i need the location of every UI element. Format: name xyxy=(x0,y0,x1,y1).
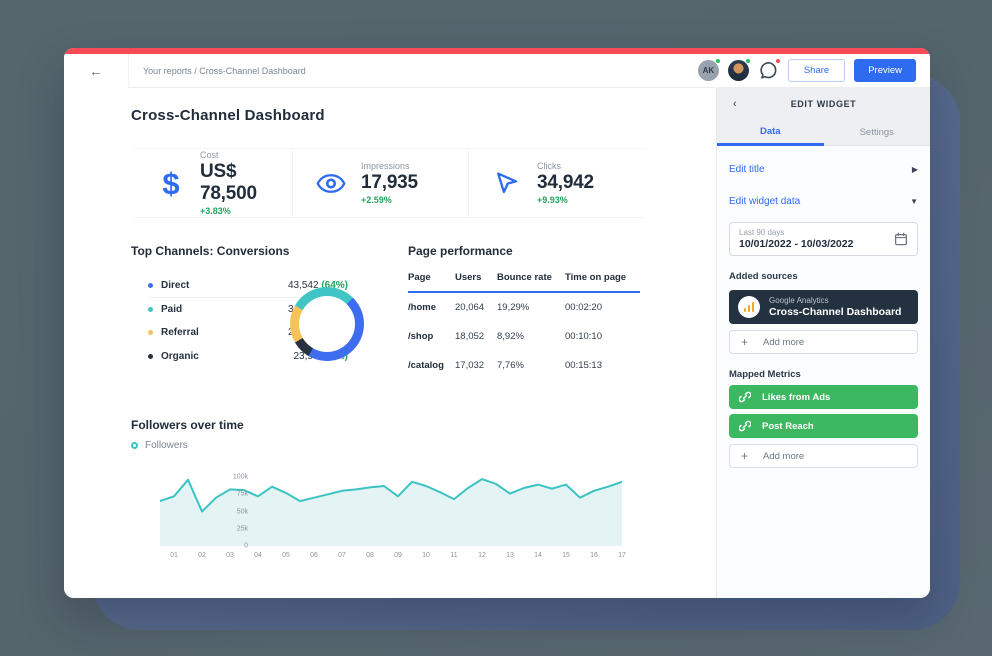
preview-button[interactable]: Preview xyxy=(854,59,916,82)
chat-bubble-icon xyxy=(759,61,778,80)
date-range-value: 10/01/2022 - 10/03/2022 xyxy=(739,238,853,250)
y-tick-label: 0 xyxy=(222,543,248,550)
y-tick-label: 100k xyxy=(222,474,248,481)
x-tick-label: 08 xyxy=(366,552,374,559)
breadcrumb[interactable]: Your reports / Cross-Channel Dashboard xyxy=(143,66,306,76)
followers-title: Followers over time xyxy=(131,418,244,432)
kpi-cost: $ Cost US$ 78,500 +3.83% xyxy=(134,149,292,217)
dollar-icon: $ xyxy=(162,168,179,199)
page-performance-title: Page performance xyxy=(408,244,513,258)
y-tick-label: 75k xyxy=(222,491,248,498)
mapped-metrics-label: Mapped Metrics xyxy=(729,369,918,380)
page-performance-table[interactable]: PageUsersBounce rateTime on page /home20… xyxy=(408,272,640,380)
online-status-dot xyxy=(745,58,751,64)
report-canvas: Cross-Channel Dashboard $ Cost US$ 78,50… xyxy=(64,88,717,598)
back-button[interactable]: ← xyxy=(64,54,128,88)
added-sources-label: Added sources xyxy=(729,271,918,282)
x-tick-label: 11 xyxy=(450,552,457,559)
date-preset-label: Last 90 days xyxy=(739,228,853,237)
x-tick-label: 15 xyxy=(562,552,570,559)
panel-header: ‹ EDIT WIDGET xyxy=(717,88,930,120)
top-channels-title: Top Channels: Conversions xyxy=(131,244,289,258)
google-analytics-icon xyxy=(738,296,760,318)
x-tick-label: 12 xyxy=(478,552,486,559)
x-tick-label: 05 xyxy=(282,552,290,559)
x-tick-label: 07 xyxy=(338,552,346,559)
tab-data[interactable]: Data xyxy=(717,120,824,146)
avatar-photo[interactable] xyxy=(728,60,749,81)
tab-settings[interactable]: Settings xyxy=(824,120,931,146)
top-bar: ← Your reports / Cross-Channel Dashboard… xyxy=(64,54,930,88)
calendar-icon xyxy=(894,232,908,246)
x-tick-label: 03 xyxy=(226,552,234,559)
x-tick-label: 13 xyxy=(506,552,514,559)
plus-icon: + xyxy=(741,449,748,463)
x-tick-label: 06 xyxy=(310,552,318,559)
x-tick-label: 17 xyxy=(618,552,626,559)
edit-widget-data-row[interactable]: Edit widget data ▼ xyxy=(729,188,918,214)
panel-title: EDIT WIDGET xyxy=(791,99,857,109)
legend-dot xyxy=(148,354,153,359)
x-tick-label: 01 xyxy=(170,552,178,559)
link-icon xyxy=(739,391,751,403)
x-tick-label: 16 xyxy=(590,552,598,559)
metric-likes-from-ads[interactable]: Likes from Ads xyxy=(729,385,918,409)
legend-dot xyxy=(148,307,153,312)
kpi-value: US$ 78,500 xyxy=(200,161,292,205)
x-tick-label: 02 xyxy=(198,552,206,559)
avatar-ak[interactable]: AK xyxy=(698,60,719,81)
panel-content: Edit title ▶ Edit widget data ▼ Last 90 … xyxy=(717,146,930,598)
panel-back-chevron-icon[interactable]: ‹ xyxy=(733,98,737,110)
back-arrow-icon: ← xyxy=(89,63,103,79)
share-button[interactable]: Share xyxy=(788,59,845,82)
kpi-value: 17,935 xyxy=(361,172,418,194)
series-marker-icon xyxy=(131,442,138,449)
chevron-right-icon: ▶ xyxy=(912,165,918,174)
add-source-button[interactable]: + Add more xyxy=(729,330,918,354)
kpi-delta: +2.59% xyxy=(361,195,418,205)
y-tick-label: 25k xyxy=(222,525,248,532)
x-tick-label: 09 xyxy=(394,552,402,559)
page-title: Cross-Channel Dashboard xyxy=(131,107,325,124)
kpi-impressions: Impressions 17,935 +2.59% xyxy=(292,149,468,217)
plus-icon: + xyxy=(741,335,748,349)
kpi-delta: +3.83% xyxy=(200,206,292,216)
kpi-value: 34,942 xyxy=(537,172,594,194)
source-provider: Google Analytics xyxy=(769,296,901,305)
donut-chart[interactable] xyxy=(290,287,364,361)
app-window: ← Your reports / Cross-Channel Dashboard… xyxy=(64,48,930,598)
table-row[interactable]: /shop18,0528,92%00:10:10 xyxy=(408,322,640,351)
x-tick-label: 10 xyxy=(422,552,430,559)
notification-dot xyxy=(775,58,781,64)
source-name: Cross-Channel Dashboard xyxy=(769,306,901,318)
edit-widget-panel: ‹ EDIT WIDGET Data Settings Edit title ▶… xyxy=(717,88,930,598)
online-status-dot xyxy=(715,58,721,64)
y-tick-label: 50k xyxy=(222,508,248,515)
kpi-delta: +9.93% xyxy=(537,195,594,205)
link-icon xyxy=(739,420,751,432)
date-range-picker[interactable]: Last 90 days 10/01/2022 - 10/03/2022 xyxy=(729,222,918,256)
followers-legend[interactable]: Followers xyxy=(131,440,188,451)
kpi-label: Clicks xyxy=(537,161,594,171)
x-tick-label: 14 xyxy=(534,552,542,559)
panel-tabs: Data Settings xyxy=(717,120,930,146)
legend-dot xyxy=(148,330,153,335)
metric-post-reach[interactable]: Post Reach xyxy=(729,414,918,438)
table-row[interactable]: /home20,06419,29%00:02:20 xyxy=(408,293,640,322)
chevron-down-icon: ▼ xyxy=(910,197,918,206)
add-metric-button[interactable]: + Add more xyxy=(729,444,918,468)
table-header: PageUsersBounce rateTime on page xyxy=(408,272,640,293)
x-tick-label: 04 xyxy=(254,552,262,559)
eye-icon xyxy=(316,173,346,194)
kpi-label: Cost xyxy=(200,150,292,160)
edit-title-row[interactable]: Edit title ▶ xyxy=(729,156,918,182)
table-row[interactable]: /catalog17,0327,76%00:15:13 xyxy=(408,351,640,380)
kpi-label: Impressions xyxy=(361,161,418,171)
source-card[interactable]: Google Analytics Cross-Channel Dashboard xyxy=(729,290,918,324)
cursor-icon xyxy=(495,171,519,195)
legend-dot xyxy=(148,283,153,288)
kpi-row-widget[interactable]: $ Cost US$ 78,500 +3.83% xyxy=(134,148,646,218)
kpi-clicks: Clicks 34,942 +9.93% xyxy=(468,149,646,217)
comments-button[interactable] xyxy=(758,60,779,81)
